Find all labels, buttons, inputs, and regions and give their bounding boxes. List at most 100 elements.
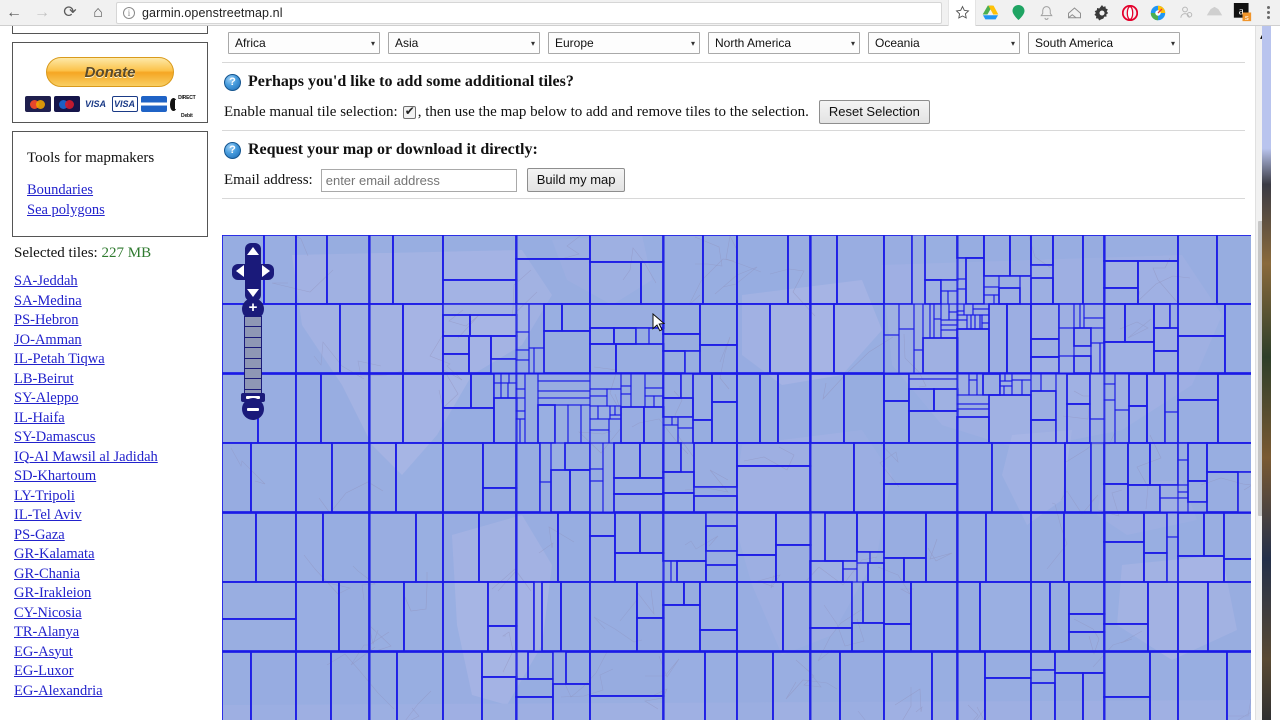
map-tile[interactable] (515, 349, 530, 361)
map-tile[interactable] (883, 651, 933, 720)
map-tile[interactable] (442, 235, 518, 281)
map-tile[interactable] (956, 403, 990, 410)
map-tile[interactable] (539, 481, 552, 513)
map-tile[interactable] (481, 676, 518, 720)
map-tile[interactable] (1030, 303, 1060, 340)
map-tile[interactable] (759, 373, 779, 444)
map-tile[interactable] (1030, 356, 1060, 374)
map-tile[interactable] (711, 401, 738, 444)
map-tile[interactable] (999, 380, 1013, 387)
map-tile[interactable] (662, 651, 706, 720)
map-tile[interactable] (550, 442, 566, 471)
map-tile[interactable] (1030, 390, 1057, 421)
map-tile[interactable] (867, 562, 885, 583)
map-tile[interactable] (711, 373, 738, 403)
map-tile[interactable] (913, 349, 924, 374)
map-tile[interactable] (1187, 480, 1208, 503)
map-tile[interactable] (940, 303, 950, 321)
map-tile[interactable] (1237, 471, 1251, 513)
map-tile[interactable] (1103, 341, 1155, 374)
map-tile[interactable] (589, 442, 604, 470)
map-tile[interactable] (705, 512, 738, 527)
map-tile[interactable] (956, 310, 965, 316)
map-tile[interactable] (956, 581, 981, 652)
map-tile[interactable] (1177, 581, 1209, 652)
map-tile[interactable] (469, 314, 518, 337)
map-tile[interactable] (442, 373, 472, 409)
map-tile[interactable] (482, 487, 518, 513)
map-tile[interactable] (680, 373, 694, 399)
map-tile[interactable] (589, 261, 642, 305)
map-tile[interactable] (1079, 303, 1085, 329)
map-tile[interactable] (1124, 303, 1155, 343)
map-tile[interactable] (493, 382, 502, 399)
map-tile[interactable] (1030, 338, 1060, 358)
map-tile[interactable] (983, 286, 1000, 296)
map-tile[interactable] (442, 407, 495, 444)
map-tile[interactable] (787, 235, 812, 305)
map-tile[interactable] (1030, 442, 1066, 513)
map-tile[interactable] (883, 623, 912, 652)
map-tile[interactable] (1083, 317, 1106, 329)
map-tile[interactable] (644, 387, 665, 397)
map-tile[interactable] (775, 544, 812, 583)
map-tile[interactable] (550, 469, 571, 513)
map-tile[interactable] (988, 303, 1008, 374)
map-tile[interactable] (620, 385, 632, 395)
map-tile[interactable] (295, 235, 328, 305)
map-tile[interactable] (965, 257, 985, 305)
map-tile[interactable] (589, 343, 617, 374)
map-tile[interactable] (983, 235, 1011, 277)
map-tile[interactable] (662, 333, 701, 352)
map-tile[interactable] (925, 512, 959, 583)
map-tile[interactable] (402, 303, 444, 374)
map-tile[interactable] (705, 550, 738, 566)
map-tile[interactable] (589, 581, 638, 652)
map-tile[interactable] (692, 419, 713, 444)
map-tile[interactable] (1030, 373, 1042, 392)
map-tile[interactable] (842, 568, 858, 583)
map-tile[interactable] (862, 581, 885, 624)
map-tile[interactable] (1103, 623, 1149, 652)
map-tile[interactable] (1054, 672, 1084, 720)
map-tile[interactable] (736, 465, 812, 513)
gear-settings-icon[interactable] (1088, 0, 1116, 26)
info-circle-icon[interactable]: i (123, 6, 135, 19)
map-tile[interactable] (1103, 483, 1129, 513)
map-tile[interactable] (589, 468, 604, 482)
map-tile[interactable] (640, 261, 665, 305)
map-tile[interactable] (1030, 512, 1065, 583)
forward-arrow-icon[interactable]: → (28, 0, 56, 26)
map-tile[interactable] (736, 303, 771, 374)
map-tile[interactable] (589, 695, 665, 720)
map-tile[interactable] (295, 373, 322, 444)
map-tile[interactable] (1164, 373, 1179, 413)
map-tile[interactable] (963, 303, 974, 316)
map-tile[interactable] (853, 442, 885, 513)
map-tile[interactable] (1040, 373, 1057, 392)
map-tile[interactable] (699, 344, 738, 374)
map-tile[interactable] (614, 512, 641, 554)
map-tile[interactable] (999, 385, 1005, 396)
pan-down-icon[interactable] (247, 289, 259, 297)
map-tile[interactable] (1223, 558, 1251, 583)
map-tile[interactable] (839, 651, 885, 720)
tile-list-item[interactable]: IQ-Al Mawsil al Jadidah (14, 448, 208, 468)
map-tile[interactable] (589, 535, 616, 583)
tile-list-item[interactable]: IL-Haifa (14, 409, 208, 429)
map-tile[interactable] (1103, 383, 1116, 401)
build-my-map-button[interactable]: Build my map (526, 168, 626, 192)
map-tile[interactable] (620, 393, 632, 408)
map-tile[interactable] (998, 275, 1021, 289)
map-tile[interactable] (515, 581, 535, 652)
map-tile[interactable] (635, 327, 650, 345)
chevron-down-icon[interactable]: ▾ (371, 39, 375, 48)
map-tile[interactable] (1058, 327, 1075, 357)
map-tile[interactable] (1177, 497, 1189, 513)
map-tile[interactable] (1177, 555, 1225, 583)
map-tile[interactable] (1030, 277, 1054, 305)
map-tile[interactable] (677, 416, 694, 429)
map-tile[interactable] (1063, 512, 1106, 583)
map-tile[interactable] (981, 314, 990, 324)
map-tile[interactable] (1052, 235, 1084, 305)
